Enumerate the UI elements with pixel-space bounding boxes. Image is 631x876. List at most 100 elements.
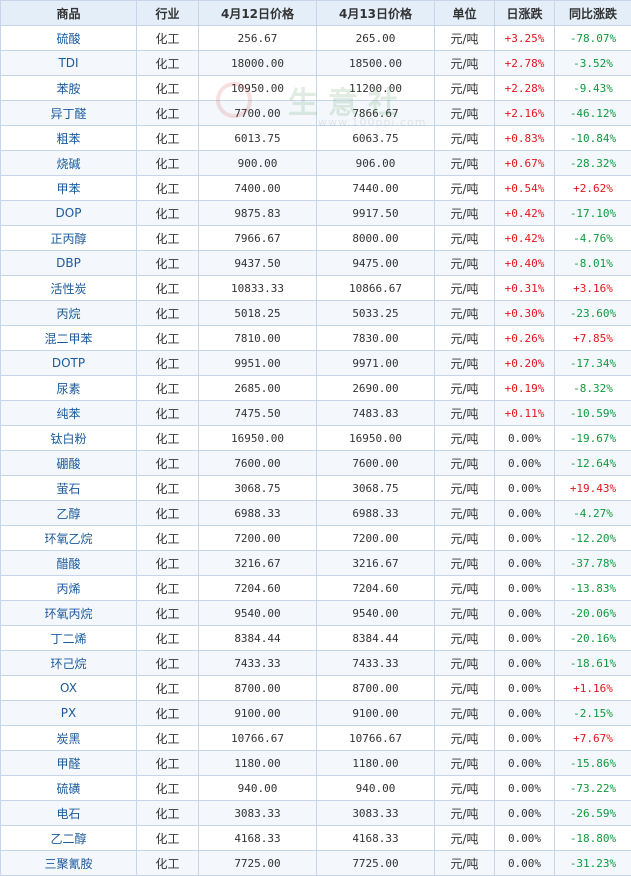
- price-apr13-cell: 8700.00: [317, 676, 435, 701]
- price-apr13-cell: 3083.33: [317, 801, 435, 826]
- commodity-link[interactable]: 萤石: [1, 476, 137, 501]
- price-apr12-cell: 10766.67: [199, 726, 317, 751]
- yoy-change-cell: -2.15%: [555, 701, 631, 726]
- commodity-link[interactable]: 炭黑: [1, 726, 137, 751]
- commodity-link[interactable]: 丙烷: [1, 301, 137, 326]
- commodity-link[interactable]: 钛白粉: [1, 426, 137, 451]
- table-row: DOTP化工9951.009971.00元/吨+0.20%-17.34%: [1, 351, 631, 376]
- unit-cell: 元/吨: [435, 776, 495, 801]
- unit-cell: 元/吨: [435, 551, 495, 576]
- commodity-link[interactable]: 乙二醇: [1, 826, 137, 851]
- price-apr12-cell: 10833.33: [199, 276, 317, 301]
- price-apr13-cell: 18500.00: [317, 51, 435, 76]
- commodity-link[interactable]: 硫酸: [1, 26, 137, 51]
- price-apr13-cell: 9475.00: [317, 251, 435, 276]
- table-row: 异丁醛化工7700.007866.67元/吨+2.16%-46.12%: [1, 101, 631, 126]
- industry-cell: 化工: [137, 276, 199, 301]
- commodity-link[interactable]: 活性炭: [1, 276, 137, 301]
- price-apr13-cell: 7440.00: [317, 176, 435, 201]
- yoy-change-cell: -78.07%: [555, 26, 631, 51]
- price-apr12-cell: 6013.75: [199, 126, 317, 151]
- commodity-link[interactable]: 甲醛: [1, 751, 137, 776]
- price-apr13-cell: 7725.00: [317, 851, 435, 876]
- commodity-link[interactable]: 丁二烯: [1, 626, 137, 651]
- commodity-link[interactable]: 尿素: [1, 376, 137, 401]
- commodity-link[interactable]: TDI: [1, 51, 137, 76]
- commodity-link[interactable]: 硼酸: [1, 451, 137, 476]
- price-apr12-cell: 7700.00: [199, 101, 317, 126]
- price-apr12-cell: 6988.33: [199, 501, 317, 526]
- yoy-change-cell: -46.12%: [555, 101, 631, 126]
- industry-cell: 化工: [137, 826, 199, 851]
- commodity-link[interactable]: 醋酸: [1, 551, 137, 576]
- yoy-change-cell: -18.80%: [555, 826, 631, 851]
- daily-change-cell: 0.00%: [495, 676, 555, 701]
- industry-cell: 化工: [137, 201, 199, 226]
- commodity-link[interactable]: PX: [1, 701, 137, 726]
- daily-change-cell: +0.26%: [495, 326, 555, 351]
- price-apr13-cell: 265.00: [317, 26, 435, 51]
- price-apr12-cell: 3083.33: [199, 801, 317, 826]
- price-apr13-cell: 10766.67: [317, 726, 435, 751]
- commodity-link[interactable]: 甲苯: [1, 176, 137, 201]
- commodity-link[interactable]: 混二甲苯: [1, 326, 137, 351]
- commodity-link[interactable]: 丙烯: [1, 576, 137, 601]
- table-header: 商品 行业 4月12日价格 4月13日价格 单位 日涨跌 同比涨跌: [1, 1, 631, 26]
- commodity-link[interactable]: 环氧丙烷: [1, 601, 137, 626]
- industry-cell: 化工: [137, 526, 199, 551]
- price-apr13-cell: 6988.33: [317, 501, 435, 526]
- commodity-link[interactable]: 乙醇: [1, 501, 137, 526]
- commodity-link[interactable]: 三聚氰胺: [1, 851, 137, 876]
- commodity-link[interactable]: 正丙醇: [1, 226, 137, 251]
- table-row: 乙醇化工6988.336988.33元/吨0.00%-4.27%: [1, 501, 631, 526]
- yoy-change-cell: -28.32%: [555, 151, 631, 176]
- industry-cell: 化工: [137, 426, 199, 451]
- table-row: 硫磺化工940.00940.00元/吨0.00%-73.22%: [1, 776, 631, 801]
- price-apr13-cell: 9100.00: [317, 701, 435, 726]
- yoy-change-cell: -4.76%: [555, 226, 631, 251]
- table-row: 丁二烯化工8384.448384.44元/吨0.00%-20.16%: [1, 626, 631, 651]
- yoy-change-cell: +1.16%: [555, 676, 631, 701]
- table-row: 纯苯化工7475.507483.83元/吨+0.11%-10.59%: [1, 401, 631, 426]
- commodity-link[interactable]: OX: [1, 676, 137, 701]
- commodity-link[interactable]: DOP: [1, 201, 137, 226]
- unit-cell: 元/吨: [435, 301, 495, 326]
- commodity-link[interactable]: 电石: [1, 801, 137, 826]
- table-row: OX化工8700.008700.00元/吨0.00%+1.16%: [1, 676, 631, 701]
- unit-cell: 元/吨: [435, 151, 495, 176]
- unit-cell: 元/吨: [435, 826, 495, 851]
- price-apr13-cell: 7866.67: [317, 101, 435, 126]
- commodity-link[interactable]: 异丁醛: [1, 101, 137, 126]
- industry-cell: 化工: [137, 401, 199, 426]
- industry-cell: 化工: [137, 701, 199, 726]
- commodity-link[interactable]: DBP: [1, 251, 137, 276]
- daily-change-cell: 0.00%: [495, 801, 555, 826]
- yoy-change-cell: -19.67%: [555, 426, 631, 451]
- commodity-link[interactable]: 烧碱: [1, 151, 137, 176]
- commodity-link[interactable]: 粗苯: [1, 126, 137, 151]
- yoy-change-cell: -10.84%: [555, 126, 631, 151]
- price-apr12-cell: 7200.00: [199, 526, 317, 551]
- price-apr12-cell: 7810.00: [199, 326, 317, 351]
- price-apr13-cell: 7204.60: [317, 576, 435, 601]
- price-apr12-cell: 16950.00: [199, 426, 317, 451]
- commodity-link[interactable]: 硫磺: [1, 776, 137, 801]
- industry-cell: 化工: [137, 551, 199, 576]
- unit-cell: 元/吨: [435, 701, 495, 726]
- daily-change-cell: +0.30%: [495, 301, 555, 326]
- yoy-change-cell: -13.83%: [555, 576, 631, 601]
- commodity-link[interactable]: DOTP: [1, 351, 137, 376]
- yoy-change-cell: -8.32%: [555, 376, 631, 401]
- commodity-price-table: 商品 行业 4月12日价格 4月13日价格 单位 日涨跌 同比涨跌 硫酸化工25…: [0, 0, 631, 876]
- industry-cell: 化工: [137, 101, 199, 126]
- commodity-link[interactable]: 环氧乙烷: [1, 526, 137, 551]
- daily-change-cell: +0.19%: [495, 376, 555, 401]
- industry-cell: 化工: [137, 626, 199, 651]
- table-row: 尿素化工2685.002690.00元/吨+0.19%-8.32%: [1, 376, 631, 401]
- price-apr13-cell: 9971.00: [317, 351, 435, 376]
- commodity-link[interactable]: 苯胺: [1, 76, 137, 101]
- price-apr13-cell: 9917.50: [317, 201, 435, 226]
- commodity-link[interactable]: 环己烷: [1, 651, 137, 676]
- commodity-link[interactable]: 纯苯: [1, 401, 137, 426]
- unit-cell: 元/吨: [435, 451, 495, 476]
